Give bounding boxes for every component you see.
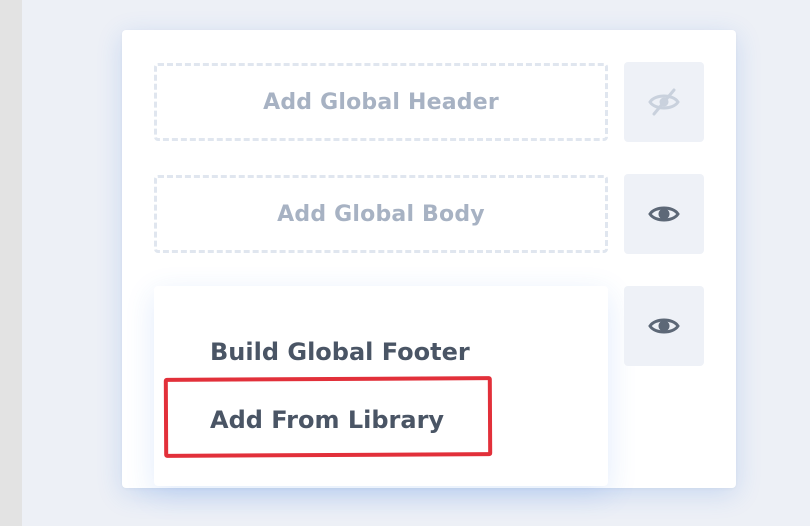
add-from-library-option[interactable]: Add From Library [210,406,444,434]
eye-icon [648,206,680,222]
body-visibility-toggle[interactable] [624,174,704,254]
add-global-header-label: Add Global Header [263,89,499,115]
eye-slash-icon [648,88,680,116]
add-global-header-slot[interactable]: Add Global Header [154,63,608,141]
footer-visibility-toggle[interactable] [624,286,704,366]
page: Add Global Header Add Global Body Build … [0,0,810,526]
add-global-body-slot[interactable]: Add Global Body [154,175,608,253]
left-sidebar-edge [0,0,22,526]
add-global-body-label: Add Global Body [277,201,485,227]
header-visibility-toggle[interactable] [624,62,704,142]
footer-add-menu: Build Global Footer Add From Library [154,286,608,486]
build-global-footer-option[interactable]: Build Global Footer [210,338,470,366]
eye-icon [648,318,680,334]
